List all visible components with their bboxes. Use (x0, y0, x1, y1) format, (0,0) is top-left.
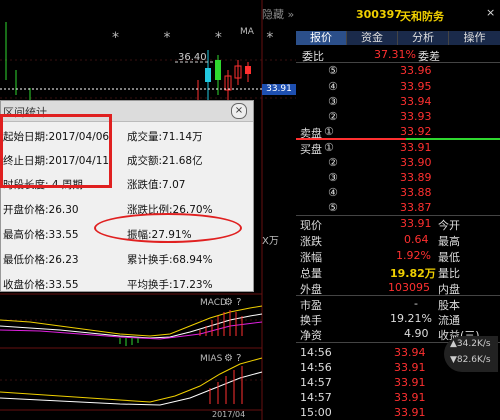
price-label: 现价 (300, 219, 322, 232)
buy-1-index: ① (324, 141, 334, 154)
net-assets-label: 净资 (300, 329, 322, 342)
macd-label: MACD (200, 298, 227, 308)
high-label: 最高 (438, 235, 460, 248)
sell-5-price: 33.96 (400, 64, 432, 77)
change-row: 涨跌值:7.07 (127, 179, 186, 191)
sell-1-index: ① (324, 125, 334, 138)
sell-5-index: ⑤ (328, 64, 338, 77)
sell-2-price: 33.93 (400, 110, 432, 123)
download-speed: ▼82.6K/s (450, 355, 491, 365)
stock-code: 300397 (356, 8, 402, 21)
close-icon[interactable]: × (231, 103, 247, 119)
quote-panel: 300397 天和防务 × 报价 资金 分析 操作 委比 37.31% 委差 ⑤… (296, 0, 500, 420)
weibi-value: 37.31% (374, 48, 416, 61)
buy-5-index: ⑤ (328, 201, 338, 214)
change-pct-value: 1.92% (396, 249, 431, 262)
net-assets-value: 4.90 (404, 327, 429, 340)
turnover-avg-row: 平均换手:17.23% (127, 279, 213, 291)
high-price-row: 最高价格:33.55 (3, 229, 79, 241)
sell-3-price: 33.94 (400, 95, 432, 108)
tab-operation[interactable]: 操作 (449, 31, 500, 45)
buy-4-index: ④ (328, 186, 338, 199)
pe-value: - (414, 297, 418, 310)
tick-time: 14:57 (300, 376, 332, 389)
close-price-row: 收盘价格:33.55 (3, 279, 79, 291)
open-price-row: 开盘价格:26.30 (3, 204, 79, 216)
float-label: 流通 (438, 314, 460, 327)
price-value: 33.91 (400, 217, 432, 230)
buy-3-price: 33.89 (400, 171, 432, 184)
tick-time: 14:57 (300, 391, 332, 404)
kline-chart[interactable]: * * * * MA 36.40 33.91 隐藏 » X万 MACD ⚙ ? … (0, 0, 296, 420)
sell-3-index: ③ (328, 95, 338, 108)
tick-price: 33.91 (394, 406, 426, 419)
tick-price: 33.91 (394, 376, 426, 389)
sell-4-index: ④ (328, 80, 338, 93)
volume-ratio-label: 量比 (438, 267, 460, 280)
tick-time: 15:00 (300, 406, 332, 419)
current-price-tag: 33.91 (262, 84, 296, 95)
hide-label: 隐藏 (262, 8, 284, 21)
buy-3-index: ③ (328, 171, 338, 184)
chevron-right-icon: » (287, 8, 295, 21)
tab-quote[interactable]: 报价 (296, 31, 347, 45)
volume-unit-label: X万 (262, 236, 279, 247)
second-indicator-label: MIAS (200, 354, 223, 364)
amount-row: 成交额:21.68亿 (127, 155, 203, 167)
tick-price: 33.91 (394, 391, 426, 404)
tab-analysis[interactable]: 分析 (398, 31, 449, 45)
buy-label: 买盘 (300, 143, 322, 156)
turnover-value: 19.21% (390, 312, 432, 325)
turnover-label: 换手 (300, 314, 322, 327)
turnover-sum-row: 累计换手:68.94% (127, 254, 213, 266)
quote-tabs: 报价 资金 分析 操作 (296, 31, 500, 45)
low-price-row: 最低价格:26.23 (3, 254, 79, 266)
chart-markers: * * * * (112, 30, 294, 46)
tick-price: 33.91 (394, 361, 426, 374)
buy-1-price: 33.91 (400, 141, 432, 154)
upload-speed: ▲34.2K/s (450, 339, 491, 349)
outer-value: 103095 (388, 281, 430, 294)
tick-time: 14:56 (300, 346, 332, 359)
change-value: 0.64 (404, 233, 429, 246)
indicator-settings-icon[interactable]: ⚙ ? (224, 297, 241, 308)
sell-4-price: 33.95 (400, 80, 432, 93)
change-label: 涨跌 (300, 235, 322, 248)
indicator-settings-icon-2[interactable]: ⚙ ? (224, 353, 241, 364)
tick-time: 14:56 (300, 361, 332, 374)
volume-label: 总量 (300, 267, 322, 280)
sell-2-index: ② (328, 110, 338, 123)
buy-5-price: 33.87 (400, 201, 432, 214)
buy-2-price: 33.90 (400, 156, 432, 169)
close-icon[interactable]: × (486, 6, 495, 19)
amplitude-highlight-oval (94, 213, 242, 243)
volume-row: 成交量:71.14万 (127, 131, 203, 143)
buy-2-index: ② (328, 156, 338, 169)
share-capital-label: 股本 (438, 299, 460, 312)
high-level-label: 36.40 (178, 52, 207, 63)
change-pct-label: 涨幅 (300, 251, 322, 264)
pe-label: 市盈 (300, 299, 322, 312)
volume-value: 19.82万 (390, 267, 436, 280)
sell-1-price: 33.92 (400, 125, 432, 138)
hide-panel-button[interactable]: 隐藏 » (262, 6, 294, 22)
stock-name: 天和防务 (400, 10, 444, 23)
network-speed-widget: ▲34.2K/s ▼82.6K/s (444, 336, 498, 372)
open-label: 今开 (438, 219, 460, 232)
tab-funds[interactable]: 资金 (347, 31, 398, 45)
date-axis-label: 2017/04 (212, 410, 246, 419)
tick-price: 33.94 (394, 346, 426, 359)
date-highlight-box (0, 114, 112, 188)
ma-label: MA (240, 27, 254, 37)
buy-4-price: 33.88 (400, 186, 432, 199)
low-label: 最低 (438, 251, 460, 264)
